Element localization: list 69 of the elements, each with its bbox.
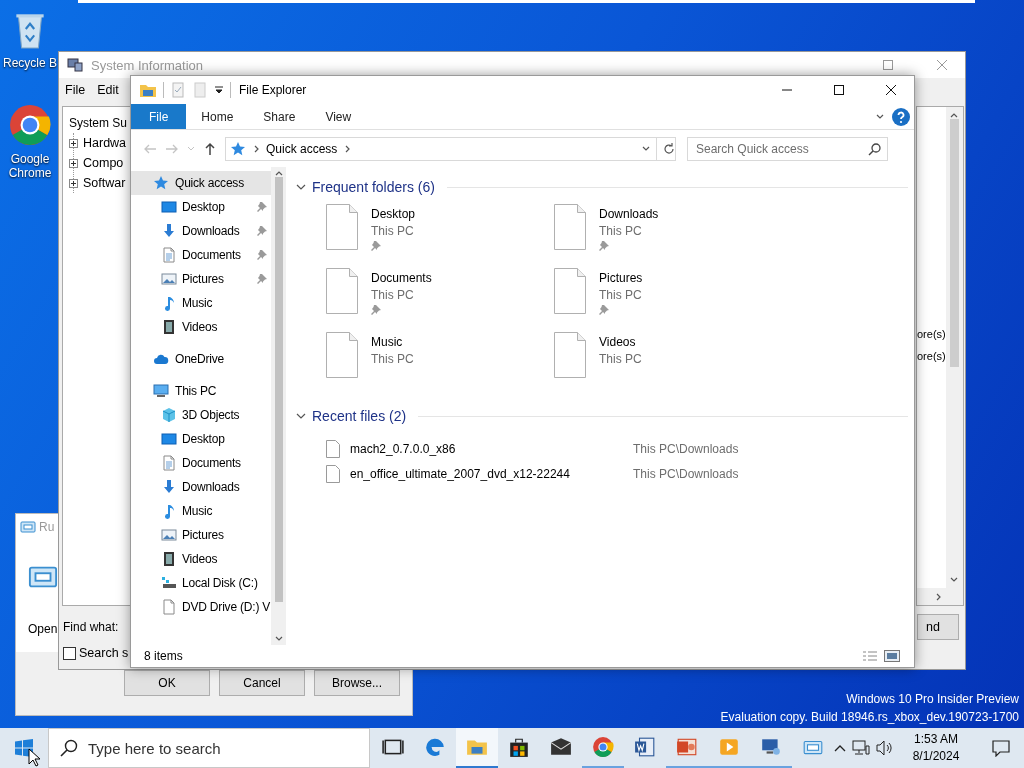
dialog-button[interactable]: Cancel bbox=[219, 670, 305, 696]
nav-item[interactable]: OneDrive bbox=[131, 347, 271, 371]
folder-location: This PC bbox=[599, 352, 642, 366]
icon-label: Recycle B bbox=[2, 56, 58, 70]
tree-item[interactable]: Hardwa bbox=[83, 136, 127, 150]
folder-name[interactable]: Documents bbox=[371, 271, 432, 285]
find-button[interactable]: nd bbox=[917, 614, 959, 640]
ribbon-tab[interactable]: Share bbox=[248, 104, 311, 129]
nav-item[interactable]: Music bbox=[131, 291, 271, 315]
file-path: This PC\Downloads bbox=[633, 466, 739, 481]
nav-item[interactable]: Videos bbox=[131, 547, 271, 571]
window-title: File Explorer bbox=[239, 83, 307, 97]
menu-item[interactable]: File bbox=[65, 83, 86, 97]
window-title: Ru bbox=[39, 520, 55, 534]
folder-name[interactable]: Music bbox=[371, 335, 414, 349]
folder-location: This PC bbox=[371, 288, 415, 302]
watermark-text: Evaluation copy. Build 18946.rs_xbox_dev.190723-1700 bbox=[720, 709, 1019, 726]
item-count: 8 items bbox=[144, 649, 183, 663]
list-cell-text: ore(s) bbox=[917, 327, 946, 342]
tree-item[interactable]: Softwar bbox=[83, 176, 126, 190]
nav-item[interactable]: This PC bbox=[131, 379, 271, 403]
field-label: Find what: bbox=[63, 620, 119, 634]
tree-item[interactable]: System Su bbox=[69, 113, 128, 133]
folder-name[interactable]: Downloads bbox=[599, 207, 659, 221]
folder-name[interactable]: Videos bbox=[599, 335, 642, 349]
ribbon-tab[interactable]: Home bbox=[186, 104, 249, 129]
nav-item[interactable]: Documents bbox=[131, 451, 271, 475]
nav-item[interactable]: Desktop bbox=[131, 427, 271, 451]
folder-location: This PC bbox=[599, 288, 643, 302]
folder-location: This PC bbox=[599, 224, 643, 238]
address-bar[interactable]: Quick access bbox=[225, 136, 676, 161]
folder-location: This PC bbox=[371, 352, 414, 366]
file-name[interactable]: en_office_ultimate_2007_dvd_x12-22244 bbox=[340, 466, 633, 481]
menu-item[interactable]: Edit bbox=[97, 83, 119, 97]
file-path: This PC\Downloads bbox=[633, 441, 739, 456]
window-title: System Information bbox=[91, 57, 203, 73]
nav-item[interactable]: DVD Drive (D:) V bbox=[131, 595, 271, 619]
field-label: Open bbox=[28, 622, 58, 636]
nav-item[interactable]: Quick access bbox=[131, 171, 271, 195]
ribbon-tab[interactable]: File bbox=[131, 104, 187, 129]
dialog-button[interactable]: Browse... bbox=[314, 670, 400, 696]
nav-item[interactable]: Downloads bbox=[131, 219, 271, 243]
tree-item[interactable]: Compo bbox=[83, 156, 124, 170]
nav-item[interactable]: Pictures bbox=[131, 523, 271, 547]
nav-item[interactable]: Videos bbox=[131, 315, 271, 339]
list-cell-text: ore(s) bbox=[917, 349, 946, 364]
clock-date[interactable]: 8/1/2024 bbox=[912, 748, 960, 765]
section-header[interactable]: Recent files (2) bbox=[312, 408, 407, 424]
watermark-text: Windows 10 Pro Insider Preview bbox=[846, 691, 1019, 708]
file-name[interactable]: mach2_0.7.0.0_x86 bbox=[340, 441, 633, 456]
nav-item[interactable]: Desktop bbox=[131, 195, 271, 219]
folder-location: This PC bbox=[371, 224, 415, 238]
nav-item[interactable]: Music bbox=[131, 499, 271, 523]
folder-name[interactable]: Pictures bbox=[599, 271, 643, 285]
search-field[interactable]: Type here to search bbox=[48, 728, 370, 768]
section-header[interactable]: Frequent folders (6) bbox=[312, 179, 435, 195]
breadcrumb[interactable]: Quick access bbox=[266, 141, 338, 156]
checkbox-label: Search s bbox=[79, 646, 129, 660]
folder-name[interactable]: Desktop bbox=[371, 207, 416, 221]
dialog-button[interactable]: OK bbox=[124, 670, 210, 696]
nav-item[interactable]: Documents bbox=[131, 243, 271, 267]
nav-item[interactable]: Local Disk (C:) bbox=[131, 571, 271, 595]
icon-label: Google Chrome bbox=[7, 152, 53, 180]
nav-item[interactable]: Downloads bbox=[131, 475, 271, 499]
clock-time[interactable]: 1:53 AM bbox=[914, 731, 958, 748]
nav-item[interactable]: Pictures bbox=[131, 267, 271, 291]
ribbon-tab[interactable]: View bbox=[310, 104, 367, 129]
nav-item[interactable]: 3D Objects bbox=[131, 403, 271, 427]
search-field[interactable]: Search Quick access bbox=[687, 136, 888, 161]
